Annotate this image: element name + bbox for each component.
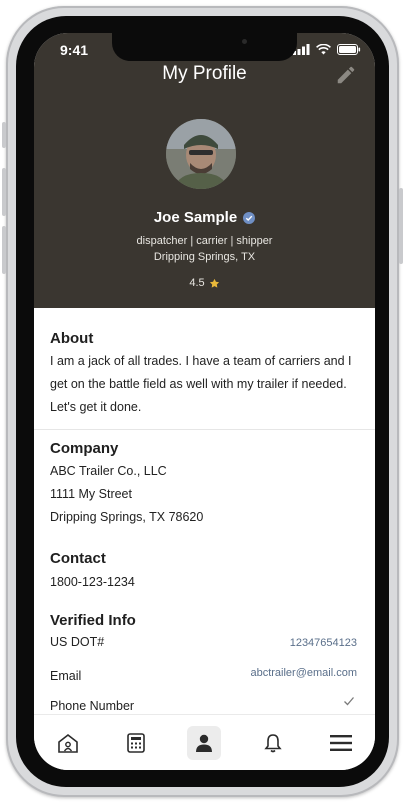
avatar-photo: [166, 119, 236, 189]
front-camera: [242, 39, 247, 44]
bell-icon: [263, 734, 282, 753]
battery-icon: [337, 43, 361, 55]
profile-location: Dripping Springs, TX: [153, 251, 256, 263]
about-title: About: [50, 330, 94, 347]
volume-down-button: [2, 226, 6, 274]
menu-icon: [329, 735, 352, 751]
us-dot-label: US DOT#: [50, 635, 105, 649]
power-button: [399, 188, 403, 264]
email-value[interactable]: abctrailer@email.com: [250, 667, 357, 679]
status-icons: [293, 42, 361, 56]
bottom-nav: [34, 714, 375, 770]
wifi-icon: [316, 43, 331, 54]
home-icon: [58, 733, 78, 753]
screen: 9:41 My Profile Joe Sample dispatcher | …: [34, 33, 375, 770]
status-time: 9:41: [60, 42, 89, 58]
company-title: Company: [50, 440, 119, 457]
pencil-icon: [337, 66, 355, 84]
name-row: Joe Sample: [34, 209, 375, 226]
company-city: Dripping Springs, TX 78620: [50, 510, 204, 524]
company-name: ABC Trailer Co., LLC: [50, 464, 167, 478]
profile-name: Joe Sample: [153, 209, 238, 226]
notch: [112, 33, 297, 61]
about-line: I am a jack of all trades. I have a team…: [50, 354, 352, 368]
avatar[interactable]: [166, 119, 236, 189]
about-line: Let's get it done.: [50, 400, 142, 414]
mute-switch: [2, 122, 6, 148]
profile-roles: dispatcher | carrier | shipper: [136, 235, 273, 247]
us-dot-value: 12347654123: [289, 637, 357, 649]
volume-up-button: [2, 168, 6, 216]
nav-home[interactable]: [51, 726, 85, 760]
nav-menu[interactable]: [324, 726, 358, 760]
contact-title: Contact: [50, 550, 106, 567]
edit-button[interactable]: [335, 64, 357, 86]
nav-calculator[interactable]: [119, 726, 153, 760]
phone-number-label: Phone Number: [50, 699, 135, 713]
nav-notifications[interactable]: [256, 726, 290, 760]
about-line: get on the battle field as well with my …: [50, 377, 347, 391]
profile-icon: [196, 734, 213, 752]
company-street: 1111 My Street: [50, 487, 132, 501]
star-icon: [209, 278, 219, 288]
page-title: My Profile: [162, 63, 247, 84]
check-icon: [344, 697, 354, 706]
rating-value: 4.5: [189, 277, 205, 289]
divider: [34, 429, 375, 430]
contact-phone[interactable]: 1800-123-1234: [50, 575, 135, 589]
verified-badge-icon: [243, 211, 256, 224]
profile-header: 9:41 My Profile Joe Sample dispatcher | …: [34, 33, 375, 308]
verified-info-title: Verified Info: [50, 612, 136, 629]
email-label: Email: [50, 669, 82, 683]
rating: 4.5: [34, 277, 375, 289]
calculator-icon: [127, 733, 146, 753]
nav-profile[interactable]: [187, 726, 222, 760]
